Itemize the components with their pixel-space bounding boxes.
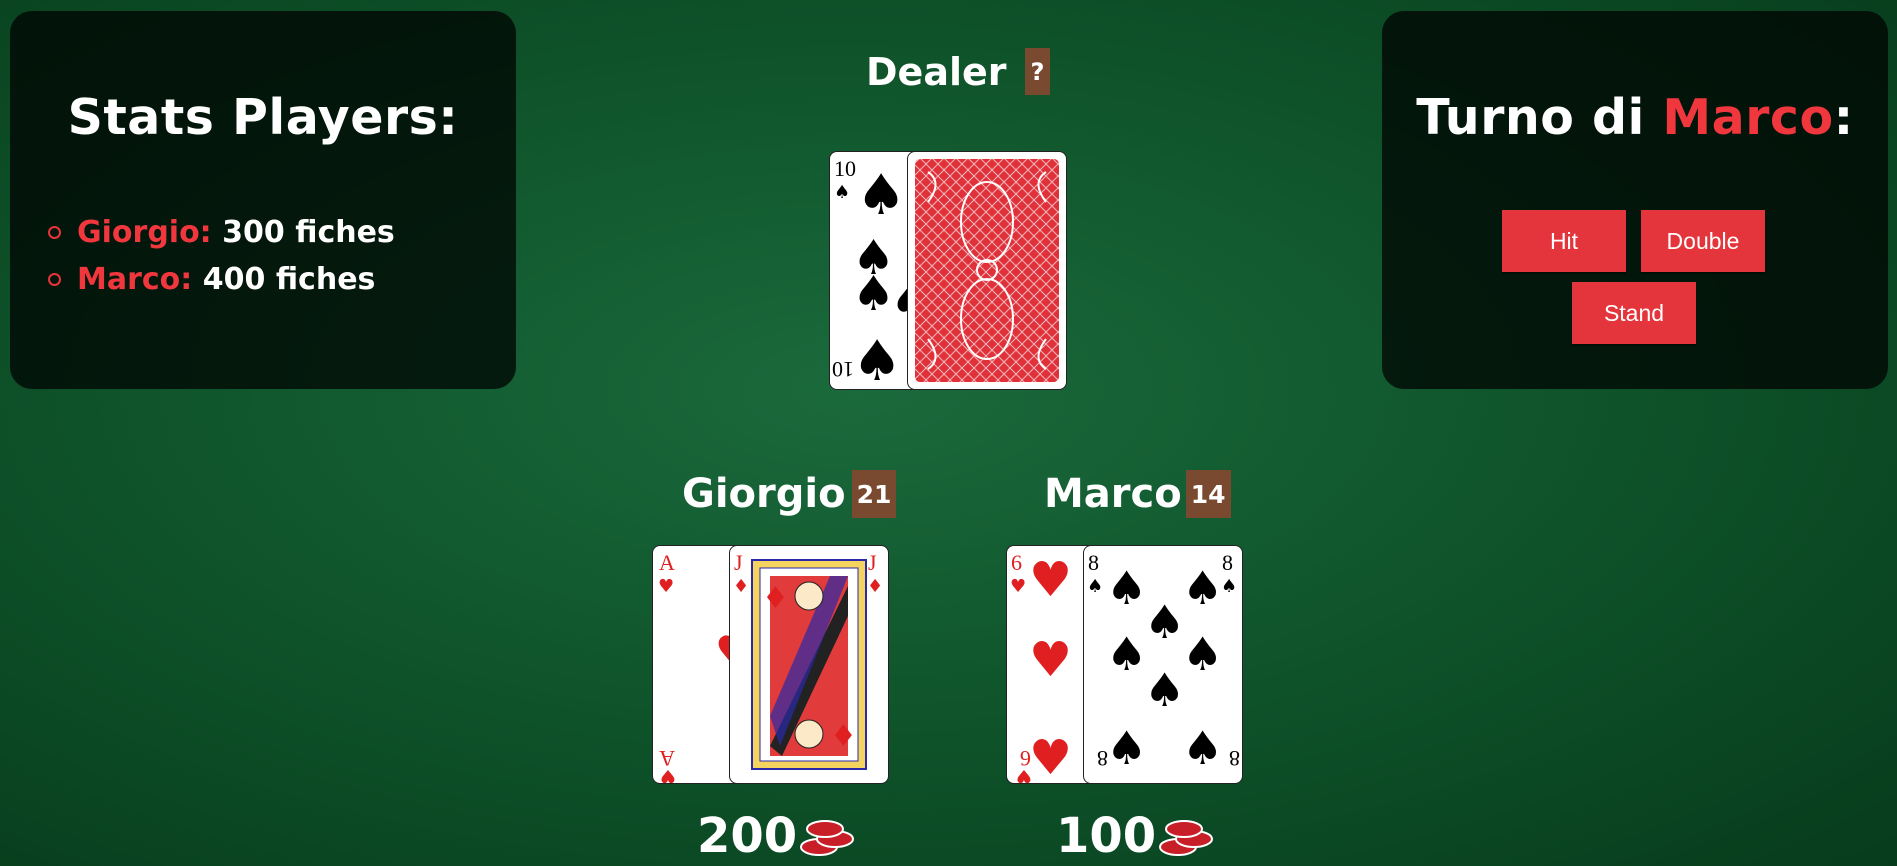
- chips-icon: [800, 820, 855, 856]
- svg-text:10: 10: [832, 357, 854, 382]
- player-name: Marco: [1044, 471, 1182, 517]
- svg-text:♥: ♥: [658, 576, 674, 597]
- stats-item-marco: Marco: 400 fiches: [48, 256, 395, 303]
- svg-text:♠: ♠: [852, 266, 895, 322]
- turn-player-name: Marco: [1662, 89, 1834, 146]
- svg-text:J: J: [734, 550, 743, 575]
- svg-text:♠: ♠: [1221, 576, 1237, 597]
- stats-list: Giorgio: 300 fiches Marco: 400 fiches: [48, 209, 395, 303]
- bet-value: 200: [697, 808, 798, 864]
- bet-value: 100: [1056, 808, 1157, 864]
- turn-title-prefix: Turno di: [1416, 89, 1663, 146]
- svg-text:♦: ♦: [830, 719, 857, 754]
- hit-button[interactable]: Hit: [1502, 210, 1626, 272]
- svg-text:♠: ♠: [852, 329, 902, 389]
- svg-text:♠: ♠: [1144, 595, 1185, 649]
- dealer-label: Dealer: [866, 49, 1007, 94]
- svg-text:♠: ♠: [1144, 663, 1185, 717]
- svg-text:♠: ♠: [1182, 561, 1223, 615]
- stats-player-fiches: 300 fiches: [222, 215, 395, 250]
- svg-text:♠: ♠: [1087, 576, 1103, 597]
- svg-text:J: J: [868, 550, 877, 575]
- svg-text:♦: ♦: [867, 576, 883, 597]
- dealer-label-group: Dealer ?: [866, 48, 1051, 95]
- svg-text:6: 6: [1011, 550, 1022, 575]
- turn-panel: Turno di Marco: Hit Double Stand: [1382, 11, 1888, 389]
- svg-text:♦: ♦: [762, 581, 789, 616]
- dealer-card-face-down: [907, 151, 1067, 390]
- double-button[interactable]: Double: [1641, 210, 1765, 272]
- stats-panel: Stats Players: Giorgio: 300 fiches Marco…: [10, 11, 516, 389]
- player-label-giorgio: Giorgio 21: [682, 470, 897, 518]
- svg-text:♠: ♠: [1106, 721, 1147, 775]
- player-name: Giorgio: [682, 471, 846, 517]
- svg-text:♦: ♦: [733, 576, 749, 597]
- svg-text:♥: ♥: [660, 765, 676, 783]
- bet-amount-marco: 100: [1056, 808, 1216, 864]
- stand-button[interactable]: Stand: [1572, 282, 1696, 344]
- player-card-eight-spades: 8 ♠ 8 ♠ ♠ ♠ ♠ ♠ ♠ ♠ ♠ ♠ 8 8: [1083, 545, 1243, 784]
- svg-text:♠: ♠: [1106, 627, 1147, 681]
- svg-text:♥: ♥: [1010, 576, 1026, 597]
- player-score-badge: 21: [851, 470, 897, 518]
- svg-text:♥: ♥: [1029, 730, 1072, 783]
- stats-title: Stats Players:: [67, 89, 459, 146]
- svg-text:♠: ♠: [1182, 721, 1223, 775]
- player-label-marco: Marco 14: [1044, 470, 1231, 518]
- bet-amount-giorgio: 200: [697, 808, 857, 864]
- svg-text:10: 10: [834, 156, 856, 181]
- svg-text:♠: ♠: [1106, 561, 1147, 615]
- svg-text:8: 8: [1097, 746, 1108, 771]
- bullet-icon: [48, 273, 61, 286]
- stats-player-name: Marco:: [77, 262, 193, 297]
- svg-text:8: 8: [1222, 550, 1233, 575]
- turn-title: Turno di Marco:: [1382, 89, 1888, 146]
- svg-text:♠: ♠: [856, 163, 906, 228]
- chips-icon: [1159, 820, 1214, 856]
- svg-text:A: A: [659, 550, 675, 575]
- player-card-jack-diamonds: J ♦ J ♦ ♦ ♦: [729, 545, 889, 784]
- svg-text:♠: ♠: [834, 182, 850, 203]
- bullet-icon: [48, 226, 61, 239]
- svg-text:8: 8: [1229, 746, 1240, 771]
- stats-player-fiches: 400 fiches: [202, 262, 376, 297]
- svg-text:♥: ♥: [1029, 632, 1072, 688]
- svg-text:♠: ♠: [1182, 627, 1223, 681]
- stats-player-name: Giorgio:: [77, 215, 212, 250]
- svg-text:♥: ♥: [1016, 765, 1032, 783]
- turn-title-suffix: :: [1833, 89, 1854, 146]
- player-score-badge: 14: [1185, 470, 1231, 518]
- svg-text:♥: ♥: [1029, 552, 1072, 608]
- dealer-score-badge: ?: [1024, 48, 1051, 95]
- svg-text:8: 8: [1088, 550, 1099, 575]
- stats-item-giorgio: Giorgio: 300 fiches: [48, 209, 395, 256]
